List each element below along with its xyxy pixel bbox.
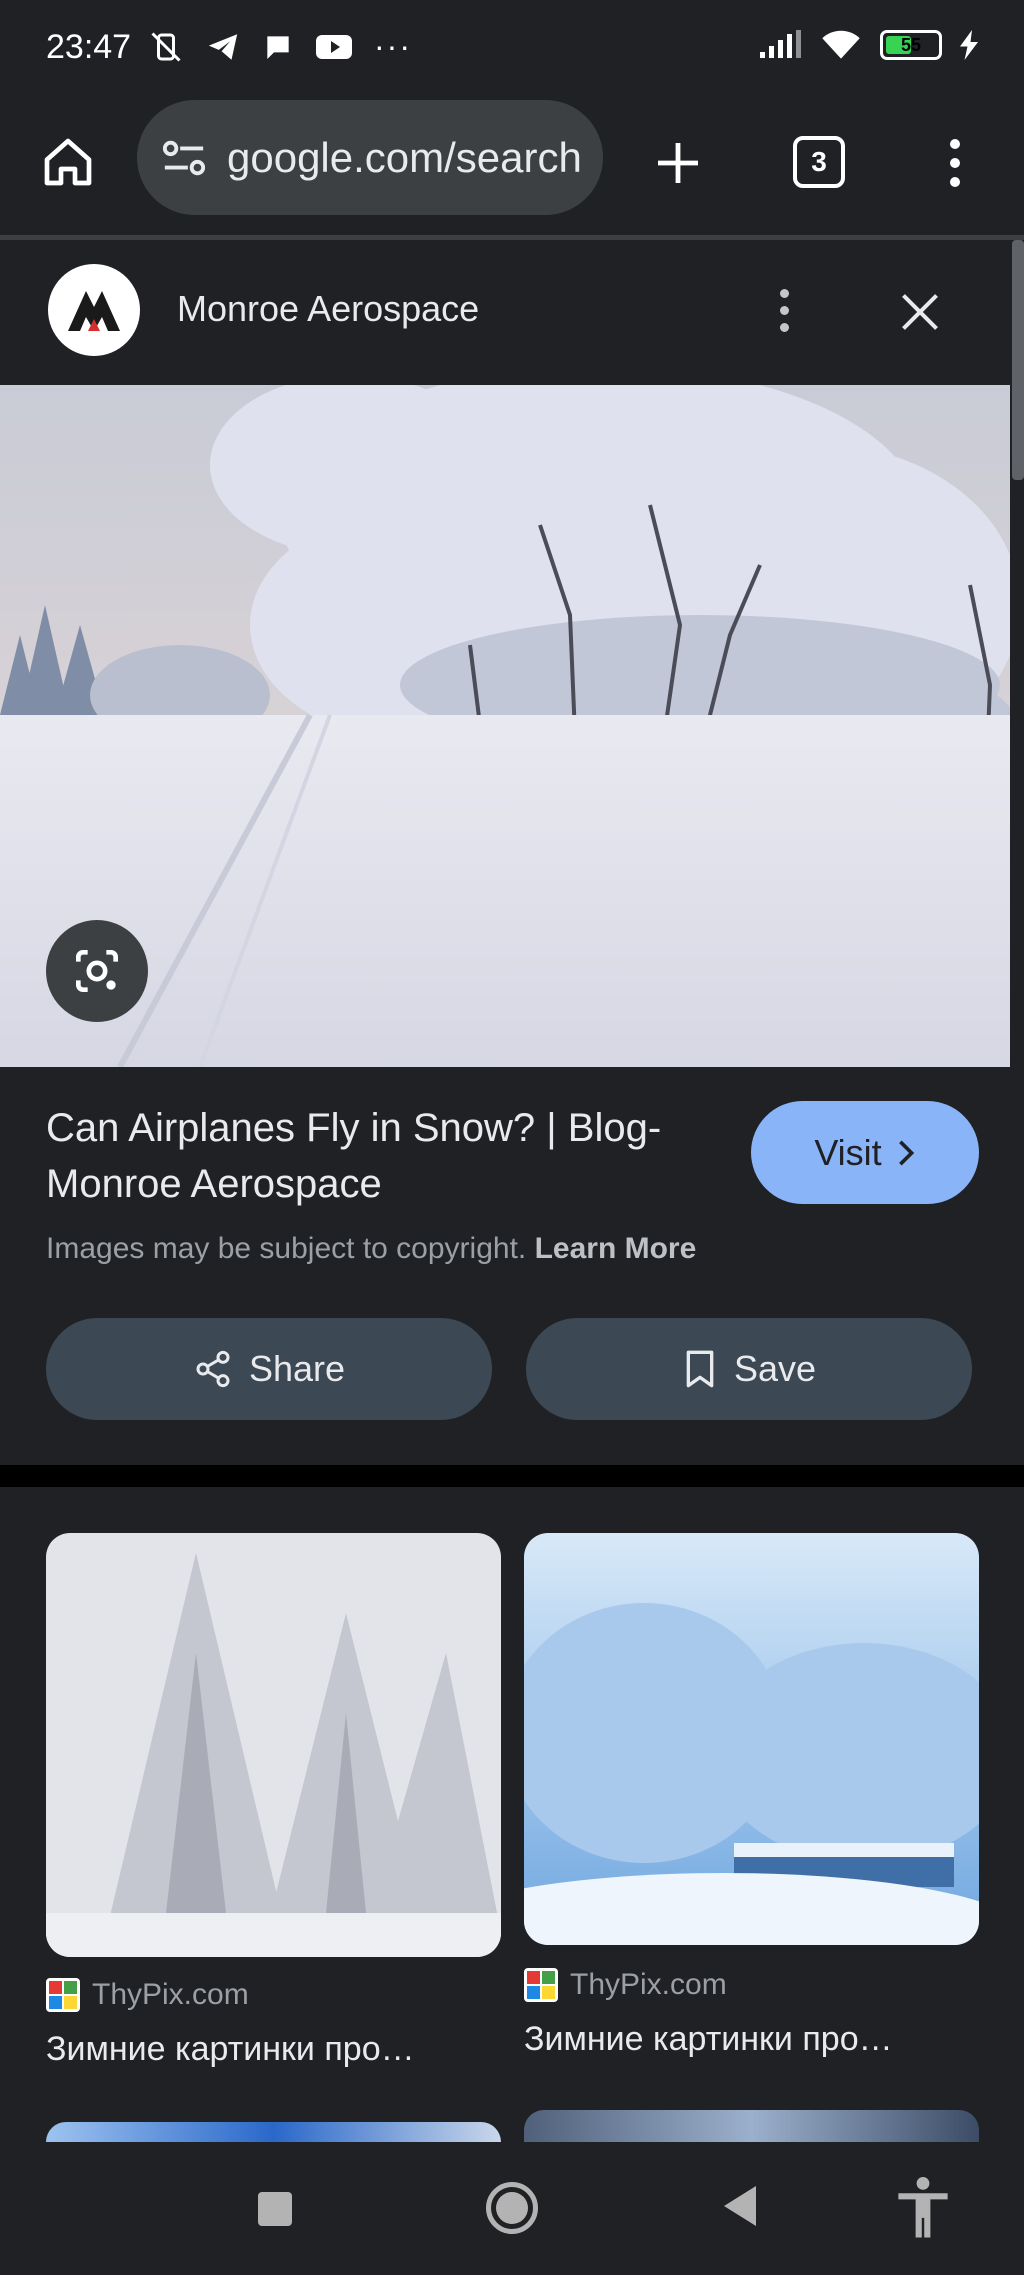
share-button[interactable]: Share <box>46 1318 492 1420</box>
battery-icon: 55 <box>880 30 942 60</box>
related-source-2[interactable]: ThyPix.com <box>524 1968 727 2002</box>
chevron-right-icon <box>898 1140 914 1165</box>
related-caption-2[interactable]: Зимние картинки про… <box>524 2020 893 2059</box>
related-image-3[interactable] <box>46 2122 501 2142</box>
more-vert-icon-dot <box>779 305 789 315</box>
system-icons: 55 <box>758 28 978 62</box>
snowy-forest-image <box>46 1533 501 1957</box>
chat-bubble-icon <box>267 35 289 59</box>
battery-level: 55 <box>900 34 922 55</box>
new-tab-button[interactable] <box>643 128 713 198</box>
related-image-2[interactable] <box>524 1533 979 1945</box>
share-label: Share <box>248 1348 346 1389</box>
section-divider <box>0 1465 1024 1487</box>
source-logo[interactable] <box>48 264 140 356</box>
home-button[interactable] <box>36 130 100 194</box>
youtube-icon <box>316 34 352 59</box>
home-icon <box>44 138 92 186</box>
bookmark-icon <box>686 1350 714 1388</box>
wifi-icon <box>822 30 860 59</box>
status-bar: 23:47 ··· 55 <box>0 0 1024 100</box>
accessibility-icon[interactable] <box>893 2176 953 2240</box>
recents-button[interactable] <box>258 2192 292 2226</box>
source-more-button[interactable] <box>772 282 796 338</box>
tab-count: 3 <box>811 146 827 177</box>
vibrate-off-icon <box>151 31 181 62</box>
copyright-notice: Images may be subject to copyright. Lear… <box>46 1232 696 1266</box>
scrollbar[interactable] <box>1012 240 1024 480</box>
visit-label: Visit <box>814 1131 882 1173</box>
site-settings-icon <box>162 140 206 175</box>
lens-search-button[interactable] <box>46 920 148 1022</box>
thypix-favicon <box>46 1978 80 2012</box>
related-caption-1[interactable]: Зимние картинки про… <box>46 2030 415 2069</box>
close-button[interactable] <box>892 284 948 340</box>
snowy-bridge-image <box>524 1533 979 1945</box>
site-name: ThyPix.com <box>570 1968 727 2001</box>
menu-icon-dot <box>950 158 960 168</box>
charging-icon <box>960 30 978 60</box>
more-icon: ··· <box>374 28 412 64</box>
system-nav-bar <box>0 2142 1024 2275</box>
related-source-1[interactable]: ThyPix.com <box>46 1978 249 2012</box>
new-tab-icon <box>658 143 698 183</box>
thypix-favicon <box>524 1968 558 2002</box>
signal-icon <box>760 30 801 58</box>
close-icon <box>902 294 938 330</box>
snowy-road-image <box>0 385 1010 1067</box>
monroe-logo-icon <box>68 291 120 331</box>
url-text[interactable]: google.com/search <box>227 134 582 182</box>
copyright-text: Images may be subject to copyright. <box>46 1232 527 1265</box>
more-vert-icon-dot <box>779 322 789 332</box>
home-circle-icon <box>496 2192 528 2224</box>
source-name[interactable]: Monroe Aerospace <box>177 288 479 330</box>
share-icon <box>196 1350 230 1388</box>
back-button[interactable] <box>724 2186 756 2226</box>
site-name: ThyPix.com <box>92 1978 249 2011</box>
menu-button[interactable] <box>935 128 975 198</box>
site-settings-button[interactable] <box>159 133 209 183</box>
related-image-1[interactable] <box>46 1533 501 1957</box>
learn-more-link[interactable]: Learn More <box>535 1232 697 1265</box>
result-title[interactable]: Can Airplanes Fly in Snow? | Blog- Monro… <box>46 1100 686 1212</box>
more-vert-icon <box>779 288 789 298</box>
menu-icon <box>950 139 960 149</box>
home-nav-button[interactable] <box>486 2182 538 2234</box>
save-label: Save <box>733 1348 817 1389</box>
browser-toolbar: google.com/search 3 <box>0 100 1024 235</box>
source-header: Monroe Aerospace <box>0 240 1010 385</box>
related-image-4[interactable] <box>524 2110 979 2142</box>
status-time: 23:47 <box>46 28 132 66</box>
telegram-icon <box>208 33 238 60</box>
google-lens-icon <box>76 950 118 992</box>
main-image[interactable] <box>0 385 1010 1067</box>
save-button[interactable]: Save <box>526 1318 972 1420</box>
tab-switcher-button[interactable]: 3 <box>793 136 845 188</box>
address-bar[interactable]: google.com/search <box>137 100 603 215</box>
notification-icons: ··· <box>148 28 412 65</box>
visit-button[interactable]: Visit <box>751 1101 979 1204</box>
menu-icon-dot <box>950 177 960 187</box>
